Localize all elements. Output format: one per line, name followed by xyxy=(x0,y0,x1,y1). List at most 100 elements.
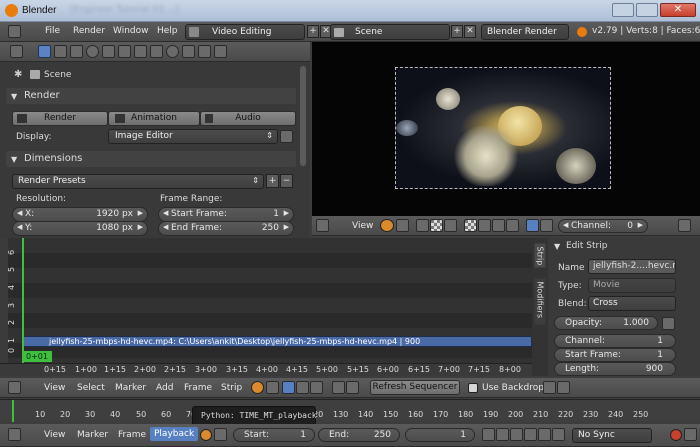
seq-menu-strip[interactable]: Strip xyxy=(221,383,242,393)
world-tab-icon[interactable] xyxy=(86,45,99,58)
timeline-editor-icon[interactable] xyxy=(8,428,21,441)
strip-channel-field[interactable]: Channel: 1 xyxy=(554,334,676,348)
seq-display-mode-icon[interactable] xyxy=(251,381,264,394)
strip-type-dropdown[interactable]: Movie xyxy=(588,278,676,293)
audio-button[interactable]: Audio xyxy=(200,111,296,126)
seq-copy-icon[interactable] xyxy=(332,381,345,394)
timeline-menu-marker[interactable]: Marker xyxy=(77,430,108,440)
jump-start-icon[interactable] xyxy=(482,428,495,441)
display-mode-icon[interactable] xyxy=(380,219,394,232)
editor-type-icon[interactable] xyxy=(8,25,21,38)
render-layers-tab-icon[interactable] xyxy=(54,45,67,58)
safe-areas-icon[interactable] xyxy=(464,219,477,232)
timeline-lock-icon[interactable] xyxy=(214,428,227,441)
pin-icon[interactable]: ✱ xyxy=(14,69,24,80)
playhead-line[interactable] xyxy=(22,238,24,363)
seq-render-icon[interactable] xyxy=(543,381,556,394)
menu-file[interactable]: File xyxy=(45,26,60,36)
vectorscope-icon[interactable] xyxy=(540,219,553,232)
texture-tab-icon[interactable] xyxy=(182,45,195,58)
scene-selector[interactable]: Scene xyxy=(330,24,450,40)
seq-menu-frame[interactable]: Frame xyxy=(184,383,212,393)
start-frame-field[interactable]: ◀ Start Frame: 1 ▶ xyxy=(158,207,294,222)
menu-render[interactable]: Render xyxy=(73,26,105,36)
dimensions-panel-header[interactable]: ▼ Dimensions xyxy=(6,151,296,167)
strip-name-input[interactable]: jellyfish-2....hevc.mp4 xyxy=(588,259,676,274)
physics-tab-icon[interactable] xyxy=(214,45,227,58)
seq-channels-icon[interactable] xyxy=(296,381,309,394)
record-icon[interactable] xyxy=(670,429,682,441)
render-panel-header[interactable]: ▼ Render xyxy=(6,88,296,104)
resolution-x-field[interactable]: ◀ X: 1920 px ▶ xyxy=(12,207,148,222)
timeline-current-field[interactable]: 1 xyxy=(405,428,475,442)
screen-layout-selector[interactable]: Video Editing xyxy=(185,24,305,40)
play-icon[interactable] xyxy=(524,428,537,441)
add-scene-icon[interactable]: + xyxy=(451,25,463,38)
strip-eye-icon[interactable] xyxy=(662,317,675,330)
remove-scene-icon[interactable]: ✕ xyxy=(464,25,476,38)
render-engine-selector[interactable]: Blender Render xyxy=(481,24,569,40)
overlay-icon[interactable] xyxy=(478,219,491,232)
sequencer-ruler[interactable]: 0+15 1+00 1+15 2+00 2+15 3+00 3+15 4+00 … xyxy=(0,363,532,376)
data-tab-icon[interactable] xyxy=(150,45,163,58)
preview-editor-icon[interactable] xyxy=(316,219,329,232)
properties-scrollbar[interactable] xyxy=(300,66,306,166)
timeline-start-field[interactable]: Start: 1 xyxy=(233,428,315,442)
backdrop-icon[interactable] xyxy=(506,219,519,232)
play-reverse-icon[interactable] xyxy=(510,428,523,441)
display-lock-icon[interactable] xyxy=(280,130,293,143)
channels-icon[interactable] xyxy=(416,219,429,232)
strip-blend-dropdown[interactable]: Cross xyxy=(588,296,676,311)
menu-window[interactable]: Window xyxy=(113,26,149,36)
seq-overlay-icon[interactable] xyxy=(310,381,323,394)
prev-keyframe-icon[interactable] xyxy=(496,428,509,441)
preview-view-menu[interactable]: View xyxy=(352,221,373,231)
scene-tab-icon[interactable] xyxy=(70,45,83,58)
seq-paste-icon[interactable] xyxy=(346,381,359,394)
sequencer-editor-icon[interactable] xyxy=(8,381,21,394)
particles-tab-icon[interactable] xyxy=(198,45,211,58)
zoom-icon[interactable] xyxy=(492,219,505,232)
strip-start-field[interactable]: Start Frame: 1 xyxy=(554,348,676,362)
current-frame-indicator[interactable]: 0+01 xyxy=(22,351,52,362)
seq-view-type-icon[interactable] xyxy=(282,381,295,394)
seq-menu-marker[interactable]: Marker xyxy=(115,383,146,393)
resolution-y-field[interactable]: ◀ Y: 1080 px ▶ xyxy=(12,221,148,236)
jump-end-icon[interactable] xyxy=(552,428,565,441)
seq-menu-add[interactable]: Add xyxy=(156,383,173,393)
movie-strip[interactable]: jellyfish-25-mbps-hd-hevc.mp4: C:\Users\… xyxy=(22,336,532,347)
remove-preset-icon[interactable]: − xyxy=(280,174,293,188)
preview-toggle-icon[interactable] xyxy=(678,219,691,232)
edit-strip-header[interactable]: ▼ Edit Strip xyxy=(550,240,690,254)
timeline-menu-playback[interactable]: Playback xyxy=(150,427,199,441)
timeline-ruler[interactable]: 10 20 30 40 50 60 70 80 90 100 110 120 1… xyxy=(0,399,700,426)
timeline-menu-frame[interactable]: Frame xyxy=(118,430,146,440)
render-tab-icon[interactable] xyxy=(38,45,51,58)
animation-button[interactable]: Animation xyxy=(108,111,200,126)
sync-mode-dropdown[interactable]: No Sync xyxy=(572,428,652,443)
use-preview-range-icon[interactable] xyxy=(200,429,212,441)
modifiers-tab-icon[interactable] xyxy=(134,45,147,58)
render-button[interactable]: Render xyxy=(12,111,108,126)
maximize-button[interactable] xyxy=(636,3,658,17)
constraints-tab-icon[interactable] xyxy=(118,45,131,58)
seq-menu-view[interactable]: View xyxy=(44,383,65,393)
object-tab-icon[interactable] xyxy=(102,45,115,58)
minimize-button[interactable] xyxy=(612,3,634,17)
close-button[interactable]: ✕ xyxy=(660,3,696,17)
strip-opacity-field[interactable]: Opacity: 1.000 xyxy=(554,316,658,330)
refresh-sequencer-button[interactable]: Refresh Sequencer xyxy=(370,380,460,395)
timeline-playhead[interactable] xyxy=(12,400,14,422)
next-keyframe-icon[interactable] xyxy=(538,428,551,441)
use-backdrop-checkbox[interactable] xyxy=(468,383,478,393)
lock-icon[interactable] xyxy=(396,219,409,232)
preview-channel-field[interactable]: ◀ Channel: 0 ▶ xyxy=(558,219,648,233)
timeline-menu-view[interactable]: View xyxy=(44,430,65,440)
seq-menu-select[interactable]: Select xyxy=(77,383,105,393)
keying-set-icon[interactable] xyxy=(684,428,697,441)
tab-strip[interactable]: Strip xyxy=(534,243,546,268)
checker-icon[interactable] xyxy=(430,219,443,232)
seq-lock-icon[interactable] xyxy=(266,381,279,394)
strip-length-field[interactable]: Length: 900 xyxy=(554,362,676,376)
display-dropdown[interactable]: Image Editor ⇕ xyxy=(108,129,278,144)
